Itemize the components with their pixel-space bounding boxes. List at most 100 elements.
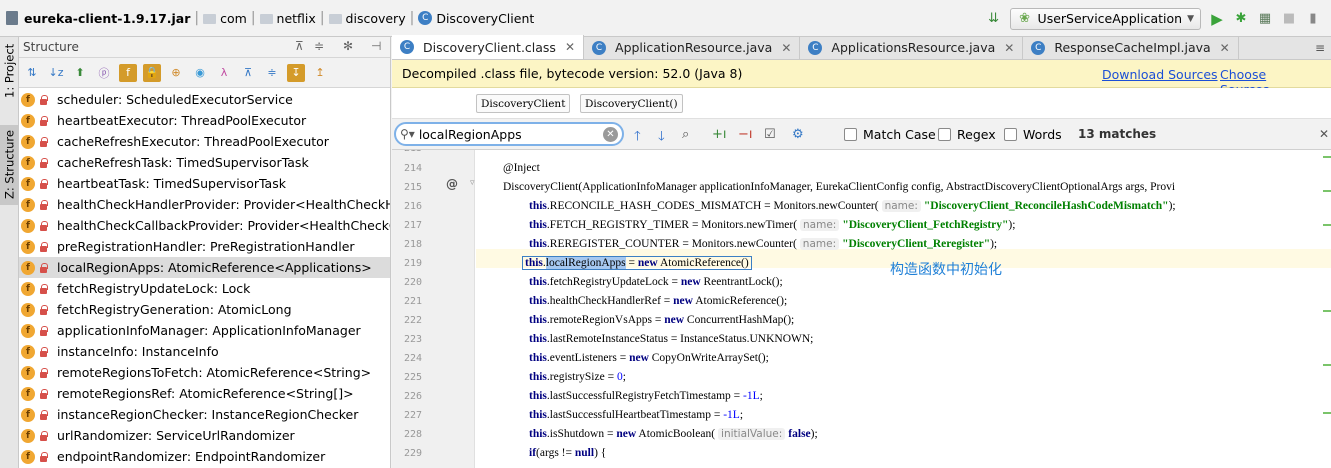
previous-match-icon[interactable]: 🡑 [634,127,641,149]
structure-item[interactable]: f remoteRegionsRef: AtomicReference<Strin… [19,383,390,404]
tab-applicationsresource[interactable]: C ApplicationsResource.java ✕ [800,36,1024,59]
match-marker[interactable] [1323,224,1331,226]
match-case-checkbox[interactable]: Match Case [844,127,936,142]
match-marker[interactable] [1323,190,1331,192]
select-all-occurrences-icon[interactable]: ☑ [764,127,776,142]
collapse-all-icon[interactable]: ≑ [263,64,281,82]
tabs-overflow-icon[interactable]: ≡ [1315,41,1325,55]
find-usages-icon[interactable]: ⌕ [682,127,689,142]
close-icon[interactable]: ✕ [1220,41,1230,55]
lock-icon [39,388,48,399]
expand-all-icon[interactable]: ⊼ [239,64,257,82]
close-find-icon[interactable]: ✕ [1319,127,1329,141]
fields-icon[interactable]: f [119,63,137,82]
project-tab[interactable]: 1: Project [0,41,19,101]
lock-icon [39,346,48,357]
structure-item[interactable]: f remoteRegionsToFetch: AtomicReference<S… [19,362,390,383]
field-icon: f [21,323,35,338]
run-configuration-select[interactable]: ❀ UserServiceApplication ▼ [1009,7,1201,30]
structure-item[interactable]: f endpointRandomizer: EndpointRandomizer [19,446,390,467]
match-marker[interactable] [1323,156,1331,158]
breadcrumb-discovery[interactable]: discovery [346,11,406,26]
non-public-icon[interactable]: 🔒 [143,63,161,82]
field-icon: f [21,197,35,212]
structure-item[interactable]: f applicationInfoManager: ApplicationInfo… [19,320,390,341]
close-icon[interactable]: ✕ [1004,41,1014,55]
tab-applicationresource[interactable]: C ApplicationResource.java ✕ [584,36,801,59]
stop-icon[interactable]: ■ [1281,11,1297,27]
fold-icon[interactable]: ▿ [470,178,475,188]
field-icon: f [21,260,35,275]
tab-responsecacheimpl[interactable]: C ResponseCacheImpl.java ✕ [1023,36,1239,59]
autoscroll-to-source-icon[interactable]: ↧ [287,63,305,82]
structure-item[interactable]: f scheduler: ScheduledExecutorService [19,89,390,110]
autoscroll-from-source-icon[interactable]: ↥ [311,64,329,82]
structure-item-selected[interactable]: f localRegionApps: AtomicReference<Applic… [19,257,390,278]
structure-item[interactable]: f instanceRegionChecker: InstanceRegionCh… [19,404,390,425]
filter-icon[interactable]: ⚙ [792,127,804,142]
search-icon[interactable]: ⚲▾ [400,127,415,141]
breadcrumb-netflix[interactable]: netflix [277,11,316,26]
lambda-icon[interactable]: λ [215,64,233,82]
expand-icon[interactable]: ⊼ [295,39,304,53]
structure-item[interactable]: f fetchRegistryGeneration: AtomicLong [19,299,390,320]
folder-icon [259,14,273,24]
gear-icon[interactable]: ✻ [343,39,353,53]
field-icon: f [21,281,35,296]
match-marker[interactable] [1323,364,1331,366]
structure-item[interactable]: f preRegistrationHandler: PreRegistration… [19,236,390,257]
anonymous-icon[interactable]: ⊕ [167,64,185,82]
sort-icon[interactable]: ⇅ [23,64,41,82]
search-field[interactable]: ⚲▾ localRegionApps ✕ [394,122,624,146]
words-checkbox[interactable]: Words [1004,127,1062,142]
structure-item[interactable]: f cacheRefreshTask: TimedSupervisorTask [19,152,390,173]
coverage-icon[interactable]: ▦ [1257,11,1273,27]
breadcrumb-com[interactable]: com [220,11,247,26]
field-icon: f [21,113,35,128]
field-icon: f [21,365,35,380]
hide-icon[interactable]: ⊣ [371,39,381,53]
breadcrumb-constructor-node[interactable]: DiscoveryClient() [580,94,683,113]
code-editor[interactable]: 213 214 215 216 217 218 219 220 221 222 … [392,150,1331,468]
collapse-icon[interactable]: ≑ [314,39,324,53]
add-occurrence-icon[interactable]: +ı [712,127,727,142]
structure-item[interactable]: f instanceInfo: InstanceInfo [19,341,390,362]
match-marker[interactable] [1323,310,1331,312]
match-marker[interactable] [1323,412,1331,414]
breadcrumb-class[interactable]: DiscoveryClient [436,11,534,26]
breadcrumb-class-node[interactable]: DiscoveryClient [476,94,571,113]
code-line-highlighted: this.localRegionApps = new AtomicReferen… [522,253,752,272]
remove-occurrence-icon[interactable]: −ı [738,127,753,142]
lock-icon [39,451,48,462]
run-icon[interactable]: ▶ [1209,10,1225,28]
search-match-box: this.localRegionApps = new AtomicReferen… [522,255,752,270]
debug-icon[interactable]: ✱ [1233,11,1249,27]
structure-item[interactable]: f healthCheckHandlerProvider: Provider<He… [19,194,390,215]
close-icon[interactable]: ✕ [565,40,575,54]
structure-item[interactable]: f urlRandomizer: ServiceUrlRandomizer [19,425,390,446]
more-icon[interactable]: ▮ [1305,11,1321,27]
structure-item[interactable]: f fetchRegistryUpdateLock: Lock [19,278,390,299]
structure-item[interactable]: f heartbeatTask: TimedSupervisorTask [19,173,390,194]
lock-icon [39,136,48,147]
tab-discoveryclient-class[interactable]: C DiscoveryClient.class ✕ [392,35,585,59]
clear-icon[interactable]: ✕ [603,127,618,142]
build-icon[interactable]: ⇊ [986,11,1002,27]
lock-icon [39,241,48,252]
lock-icon [39,178,48,189]
structure-tab[interactable]: Z: Structure [0,125,19,205]
structure-item[interactable]: f heartbeatExecutor: ThreadPoolExecutor [19,110,390,131]
breadcrumb-jar[interactable]: eureka-client-1.9.17.jar [24,11,190,26]
search-input[interactable]: localRegionApps [419,127,522,142]
inherited-icon[interactable]: ⬆ [71,64,89,82]
properties-icon[interactable]: ⓟ [95,64,113,82]
sort-alpha-icon[interactable]: ↓z [47,64,65,82]
structure-item[interactable]: f cacheRefreshExecutor: ThreadPoolExecuto… [19,131,390,152]
structure-item[interactable]: f healthCheckCallbackProvider: Provider<H… [19,215,390,236]
close-icon[interactable]: ✕ [781,41,791,55]
interface-icon[interactable]: ◉ [191,64,209,82]
next-match-icon[interactable]: 🡓 [658,127,665,149]
field-icon: f [21,134,35,149]
download-sources-link[interactable]: Download Sources [1102,67,1218,82]
regex-checkbox[interactable]: Regex [938,127,996,142]
